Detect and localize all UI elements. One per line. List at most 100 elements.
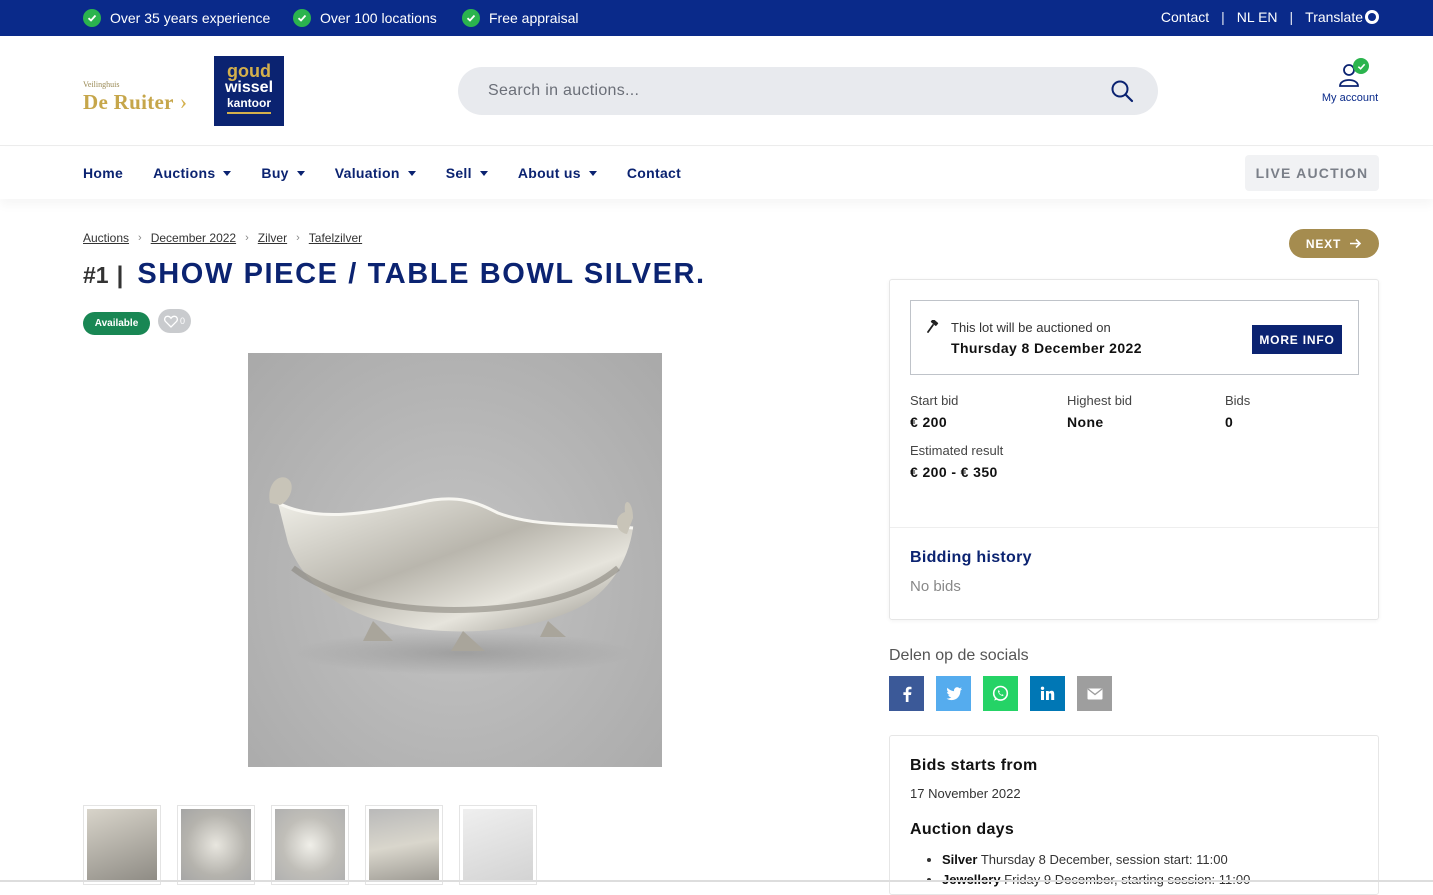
page-title: #1 | SHOW PIECE / TABLE BOWL SILVER.: [83, 258, 706, 291]
nav-buy[interactable]: Buy: [261, 165, 305, 181]
search-icon[interactable]: [1110, 79, 1134, 103]
gavel-icon: [927, 320, 939, 333]
breadcrumb: Auctions › December 2022 › Zilver › Tafe…: [83, 231, 362, 245]
auction-date-box: This lot will be auctioned on Thursday 8…: [910, 300, 1359, 375]
bid-count: Bids 0: [1225, 393, 1250, 430]
thumbnail[interactable]: [83, 805, 161, 885]
nav-auctions[interactable]: Auctions: [153, 165, 232, 181]
usp-appraisal: Free appraisal: [462, 9, 579, 27]
lot-main-image[interactable]: [248, 353, 662, 767]
lang-nl[interactable]: NL: [1237, 9, 1254, 25]
breadcrumb-december-2022[interactable]: December 2022: [151, 231, 236, 245]
nav-about-us[interactable]: About us: [518, 165, 597, 181]
logo-line: kantoor: [226, 96, 271, 110]
caret-down-icon: [223, 170, 232, 176]
silver-bowl-image: [269, 477, 634, 675]
usp-label: Free appraisal: [489, 10, 579, 26]
bidding-history-title: Bidding history: [910, 549, 1032, 566]
de-ruiter-logo[interactable]: Veilinghuis De Ruiter ›: [83, 80, 187, 115]
divider: [890, 527, 1378, 528]
globe-icon: [1365, 10, 1379, 24]
my-account-link[interactable]: My account: [1318, 58, 1382, 104]
auction-day-detail: Thursday 8 December, session start: 11:0…: [980, 852, 1228, 867]
top-contact-link[interactable]: Contact: [1161, 9, 1209, 25]
usp-locations: Over 100 locations: [293, 9, 437, 27]
more-info-button[interactable]: MORE INFO: [1252, 325, 1342, 354]
breadcrumb-zilver[interactable]: Zilver: [258, 231, 287, 245]
whatsapp-share-button[interactable]: [983, 676, 1018, 711]
top-links: Contact | NL EN | Translate: [1161, 9, 1379, 25]
breadcrumb-tafelzilver[interactable]: Tafelzilver: [309, 231, 362, 245]
breadcrumb-auctions[interactable]: Auctions: [83, 231, 129, 245]
logo-subtitle: Veilinghuis: [83, 80, 120, 89]
stat-value: € 200: [910, 414, 948, 430]
nav-label: Home: [83, 165, 124, 181]
stat-value: € 200 - € 350: [910, 464, 998, 480]
logo-name: De Ruiter: [83, 89, 174, 114]
nav-label: Valuation: [334, 165, 400, 181]
chevron-right-icon: ›: [179, 89, 188, 114]
share-title: Delen op de socials: [889, 647, 1029, 664]
facebook-share-button[interactable]: [889, 676, 924, 711]
thumbnail-strip: [83, 805, 537, 885]
separator: |: [1289, 9, 1294, 25]
nav-label: About us: [517, 165, 581, 181]
live-auction-button[interactable]: LIVE AUCTION: [1245, 155, 1379, 191]
whatsapp-icon: [992, 685, 1009, 701]
start-bid: Start bid € 200: [910, 393, 958, 430]
linkedin-icon: [1040, 686, 1055, 700]
stat-label: Estimated result: [910, 443, 1004, 458]
stat-value: None: [1067, 414, 1104, 430]
nav-home[interactable]: Home: [83, 165, 123, 181]
next-label: NEXT: [1305, 236, 1342, 251]
nav-contact[interactable]: Contact: [627, 165, 681, 181]
user-icon: [1337, 58, 1369, 88]
thumbnail[interactable]: [177, 805, 255, 885]
search-input[interactable]: [488, 67, 1088, 115]
chevron-right-icon: ›: [245, 232, 249, 244]
twitter-share-button[interactable]: [936, 676, 971, 711]
auction-date-label: This lot will be auctioned on: [951, 320, 1111, 335]
highest-bid: Highest bid None: [1067, 393, 1132, 430]
nav-sell[interactable]: Sell: [446, 165, 488, 181]
chevron-right-icon: ›: [138, 232, 142, 244]
estimated-result: Estimated result € 200 - € 350: [910, 443, 1003, 480]
logo-line: goud: [227, 61, 271, 81]
lot-title: SHOW PIECE / TABLE BOWL SILVER.: [137, 258, 706, 290]
chevron-right-icon: ›: [296, 232, 300, 244]
thumbnail[interactable]: [271, 805, 349, 885]
envelope-icon: [1087, 687, 1102, 699]
top-bar: Over 35 years experience Over 100 locati…: [0, 0, 1433, 36]
lot-number: #1: [83, 262, 109, 288]
lang-en[interactable]: EN: [1258, 9, 1277, 25]
auction-days-title: Auction days: [910, 821, 1015, 838]
email-share-button[interactable]: [1077, 676, 1112, 711]
check-icon: [462, 9, 480, 27]
account-label: My account: [1321, 92, 1379, 104]
usp-label: Over 35 years experience: [110, 10, 271, 26]
logged-in-check-icon: [1353, 58, 1369, 74]
auction-day-item: Silver Thursday 8 December, session star…: [942, 850, 1250, 870]
caret-down-icon: [407, 170, 416, 176]
check-icon: [83, 9, 101, 27]
favorite-button[interactable]: 0: [158, 309, 191, 333]
favorite-count: 0: [179, 316, 185, 326]
caret-down-icon: [296, 170, 305, 176]
stat-label: Start bid: [910, 393, 959, 408]
linkedin-share-button[interactable]: [1030, 676, 1065, 711]
bids-start-title: Bids starts from: [910, 757, 1038, 774]
goudwisselkantoor-logo[interactable]: goud wissel kantoor: [214, 56, 284, 126]
thumbnail[interactable]: [365, 805, 443, 885]
next-lot-button[interactable]: NEXT: [1289, 229, 1379, 258]
bids-start-date: 17 November 2022: [910, 786, 1021, 801]
search-bar: [458, 67, 1158, 115]
arrow-right-icon: [1350, 238, 1362, 249]
logo-underline: [227, 112, 271, 114]
thumbnail[interactable]: [459, 805, 537, 885]
translate-link[interactable]: Translate: [1305, 9, 1379, 25]
main-nav: Home Auctions Buy Valuation Sell About u…: [0, 147, 1433, 199]
site-header: Veilinghuis De Ruiter › goud wissel kanto…: [0, 36, 1433, 146]
nav-valuation[interactable]: Valuation: [335, 165, 416, 181]
check-icon: [293, 9, 311, 27]
stat-value: 0: [1225, 414, 1234, 430]
